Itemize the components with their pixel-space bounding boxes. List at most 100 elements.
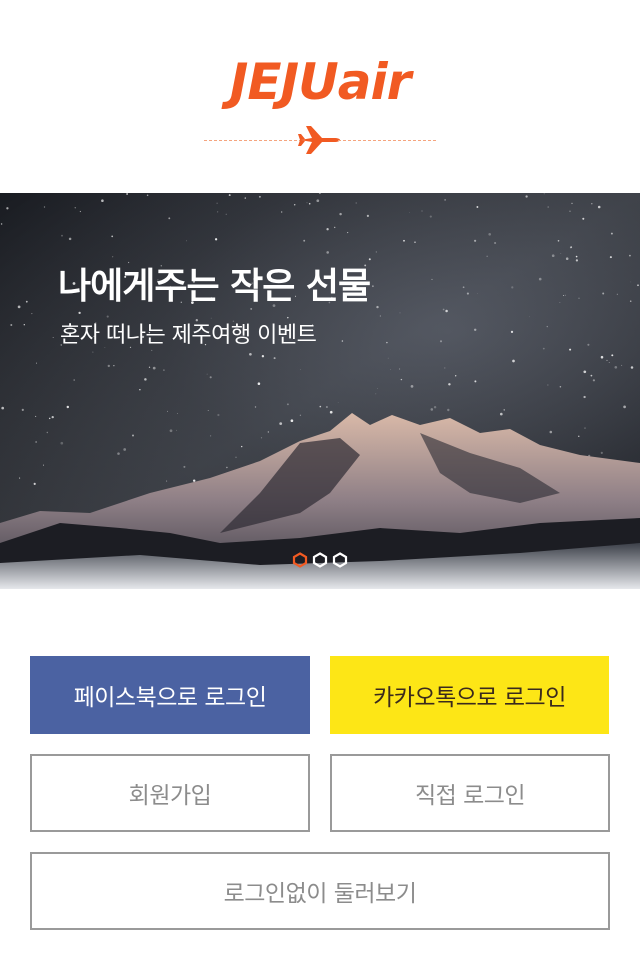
star [616,293,618,295]
star [511,286,514,289]
star [347,232,349,234]
star [578,435,580,437]
star [466,292,469,295]
signup-button[interactable]: 회원가입 [30,754,310,832]
star [403,239,405,242]
star [375,393,377,395]
star [31,313,33,315]
star [303,239,306,242]
star [608,361,610,363]
event-banner[interactable]: 나에게주는 작은 선물 혼자 떠나는 제주여행 이벤트 [0,193,640,589]
star [60,441,64,445]
star [286,403,289,406]
star [455,375,457,377]
star [390,369,391,370]
carousel-dot-1[interactable] [292,552,308,568]
star [512,359,515,363]
star [167,410,168,412]
star [79,210,82,213]
carousel-dot-2[interactable] [312,552,328,568]
night-mountain-image [0,193,640,589]
star [429,215,432,218]
star [433,406,437,409]
star [209,376,212,379]
star [630,366,634,369]
star [551,254,555,258]
star [48,417,51,420]
star [543,193,545,195]
star [337,402,339,403]
star [583,370,587,374]
star [583,395,586,399]
star [168,217,171,220]
star [166,480,168,482]
star [279,422,283,425]
star [19,477,21,479]
star [575,255,578,258]
star [609,256,612,259]
star [414,241,416,243]
star [306,202,308,204]
star [228,194,231,197]
star [444,199,446,201]
star [123,448,127,451]
star [163,369,165,371]
star [216,211,219,213]
star [623,405,626,409]
star [101,199,104,202]
star [290,419,294,423]
star [630,281,632,283]
star [33,482,36,485]
browse-without-login-button[interactable]: 로그인없이 둘러보기 [30,852,610,930]
star [549,430,553,434]
star [66,405,70,409]
star [569,210,571,212]
star [261,355,265,358]
star [23,324,25,326]
star [281,211,283,213]
star [151,349,153,351]
star [546,325,548,328]
carousel-dot-3[interactable] [332,552,348,568]
star [557,239,560,242]
star [377,388,378,389]
star [326,228,329,231]
star [445,309,448,313]
star [560,253,562,254]
star [547,206,549,208]
star [399,312,401,314]
star [400,378,403,381]
star [559,302,561,303]
star [177,413,178,414]
star [214,238,218,241]
star [36,362,37,364]
star [564,294,567,296]
star [591,202,593,205]
star [319,405,322,408]
star [61,234,63,237]
direct-login-button[interactable]: 직접 로그인 [330,754,610,832]
star [409,211,410,213]
star [629,300,632,302]
star [244,197,246,199]
star [21,408,24,411]
star [584,427,586,429]
star [10,324,13,326]
star [503,409,505,411]
star [602,292,605,295]
star [474,380,477,383]
star [192,479,196,482]
star [126,193,128,195]
star [399,368,401,370]
star [587,343,590,346]
star [614,365,618,369]
facebook-login-button[interactable]: 페이스북으로 로그인 [30,656,310,734]
star [473,328,477,332]
star [92,351,94,353]
star [386,341,388,344]
star [257,382,261,385]
star [542,347,545,350]
star [571,202,573,205]
kakao-login-button[interactable]: 카카오톡으로 로그인 [330,656,609,734]
star [235,456,237,458]
